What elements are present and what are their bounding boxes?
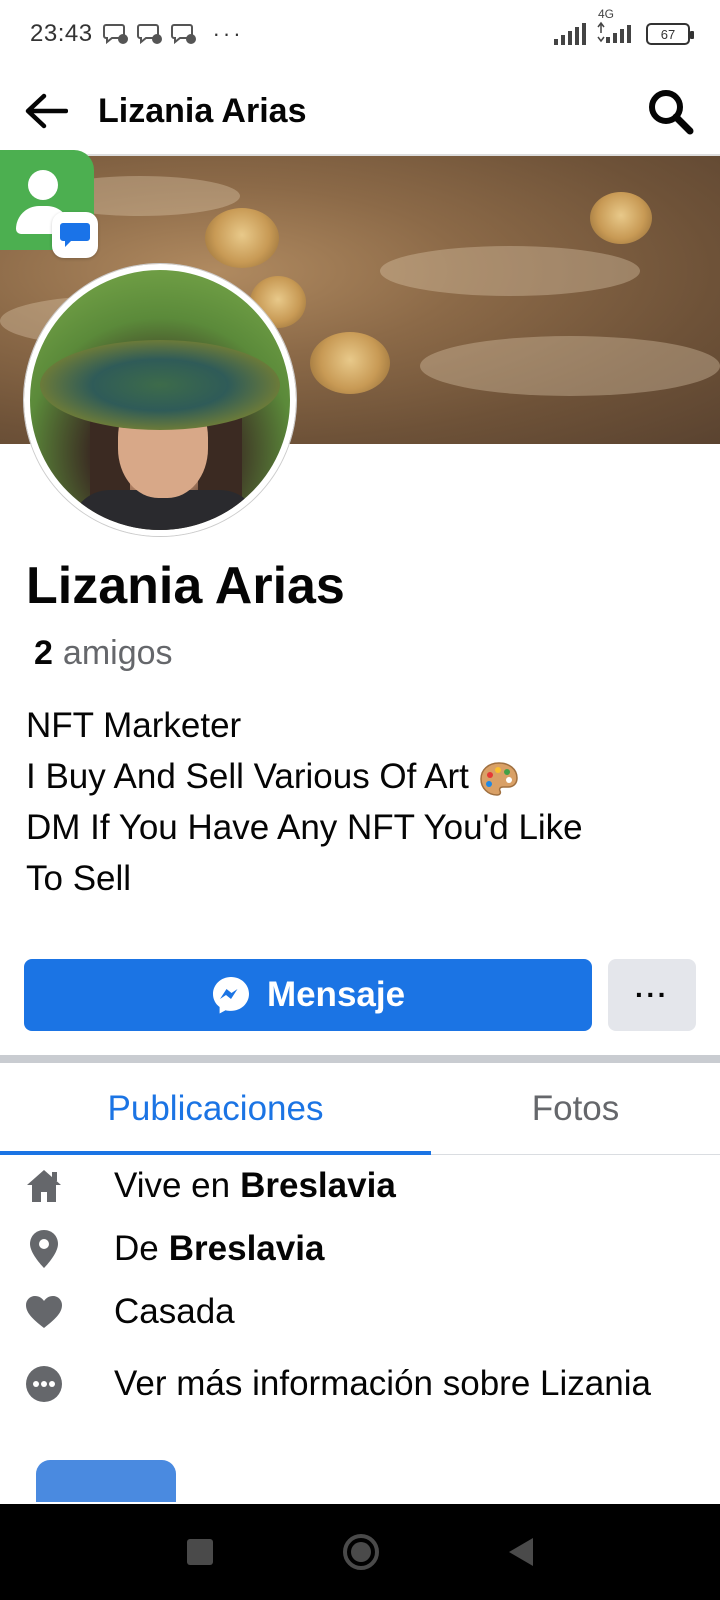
notification-icons bbox=[102, 23, 197, 45]
tab-publicaciones[interactable]: Publicaciones bbox=[0, 1063, 431, 1155]
bio-line: I Buy And Sell Various Of Art bbox=[26, 757, 469, 796]
status-bar: 23:43 ··· 4G 67 bbox=[0, 0, 720, 68]
bio-line-with-emoji: I Buy And Sell Various Of Art bbox=[26, 751, 686, 802]
relationship-status: Casada bbox=[114, 1292, 235, 1331]
network-type: 4G bbox=[598, 6, 615, 21]
message-button-label: Mensaje bbox=[266, 975, 406, 1014]
water-splash bbox=[420, 336, 720, 396]
battery-indicator: 67 bbox=[646, 23, 694, 45]
signal-icon bbox=[554, 23, 586, 45]
cheetah-head bbox=[310, 332, 390, 394]
status-right: 4G 67 bbox=[554, 7, 694, 48]
detail-relationship: Casada bbox=[24, 1292, 235, 1332]
tab-fotos[interactable]: Fotos bbox=[431, 1063, 720, 1154]
bio-line: To Sell bbox=[26, 859, 132, 898]
recent-apps-button[interactable] bbox=[187, 1539, 213, 1565]
from-city-link[interactable]: Breslavia bbox=[169, 1229, 325, 1269]
more-circle-icon bbox=[24, 1364, 64, 1404]
lives-city-link[interactable]: Breslavia bbox=[240, 1166, 396, 1206]
cheetah-head bbox=[205, 208, 279, 268]
search-button[interactable] bbox=[644, 85, 696, 137]
friends-count[interactable]: 2 amigos bbox=[34, 634, 173, 673]
featured-photo-thumbnail[interactable] bbox=[36, 1460, 176, 1502]
friends-number: 2 bbox=[34, 634, 53, 672]
contact-person-icon bbox=[28, 170, 58, 200]
location-pin-icon bbox=[24, 1229, 64, 1269]
chat-notification-icon bbox=[102, 24, 128, 45]
profile-picture[interactable] bbox=[24, 264, 296, 536]
system-nav-bar bbox=[0, 1504, 720, 1600]
top-app-bar: Lizania Arias bbox=[0, 68, 720, 156]
search-icon bbox=[649, 90, 694, 135]
see-more-info-label: Ver más información sobre Lizania bbox=[114, 1364, 651, 1403]
see-more-info[interactable]: Ver más información sobre Lizania bbox=[24, 1364, 651, 1404]
system-back-button[interactable] bbox=[509, 1538, 533, 1566]
lives-prefix: Vive en bbox=[114, 1166, 231, 1205]
chat-notification-icon bbox=[170, 24, 196, 45]
detail-from: De Breslavia bbox=[24, 1229, 324, 1269]
back-button[interactable] bbox=[24, 87, 72, 135]
heart-icon bbox=[24, 1292, 64, 1332]
more-notifications: ··· bbox=[212, 21, 244, 46]
message-button[interactable]: Mensaje bbox=[24, 959, 592, 1031]
message-bubble-icon bbox=[52, 212, 98, 258]
signal-4g-icon: 4G bbox=[596, 7, 636, 48]
cheetah-head bbox=[590, 192, 652, 244]
status-time: 23:43 bbox=[30, 20, 93, 47]
chat-notification-icon bbox=[136, 24, 162, 45]
messenger-icon bbox=[212, 977, 249, 1014]
contacts-chat-bubble[interactable] bbox=[0, 150, 98, 258]
avatar-hat bbox=[40, 340, 280, 430]
profile-bio: NFT Marketer I Buy And Sell Various Of A… bbox=[26, 700, 686, 904]
bio-line: NFT Marketer bbox=[26, 706, 242, 745]
header-title: Lizania Arias bbox=[98, 91, 307, 130]
section-divider bbox=[0, 1055, 720, 1063]
bio-line: DM If You Have Any NFT You'd Like bbox=[26, 808, 583, 847]
palette-emoji-icon bbox=[480, 761, 518, 796]
detail-lives-in: Vive en Breslavia bbox=[24, 1166, 396, 1206]
profile-name: Lizania Arias bbox=[26, 557, 345, 615]
back-arrow-icon bbox=[25, 93, 68, 129]
from-prefix: De bbox=[114, 1229, 159, 1268]
profile-tabs: Publicaciones Fotos bbox=[0, 1063, 720, 1155]
water-splash bbox=[380, 246, 640, 296]
home-icon bbox=[24, 1166, 64, 1206]
more-options-button[interactable]: ··· bbox=[608, 959, 696, 1031]
friends-label: amigos bbox=[62, 634, 173, 672]
home-button[interactable] bbox=[343, 1534, 379, 1570]
